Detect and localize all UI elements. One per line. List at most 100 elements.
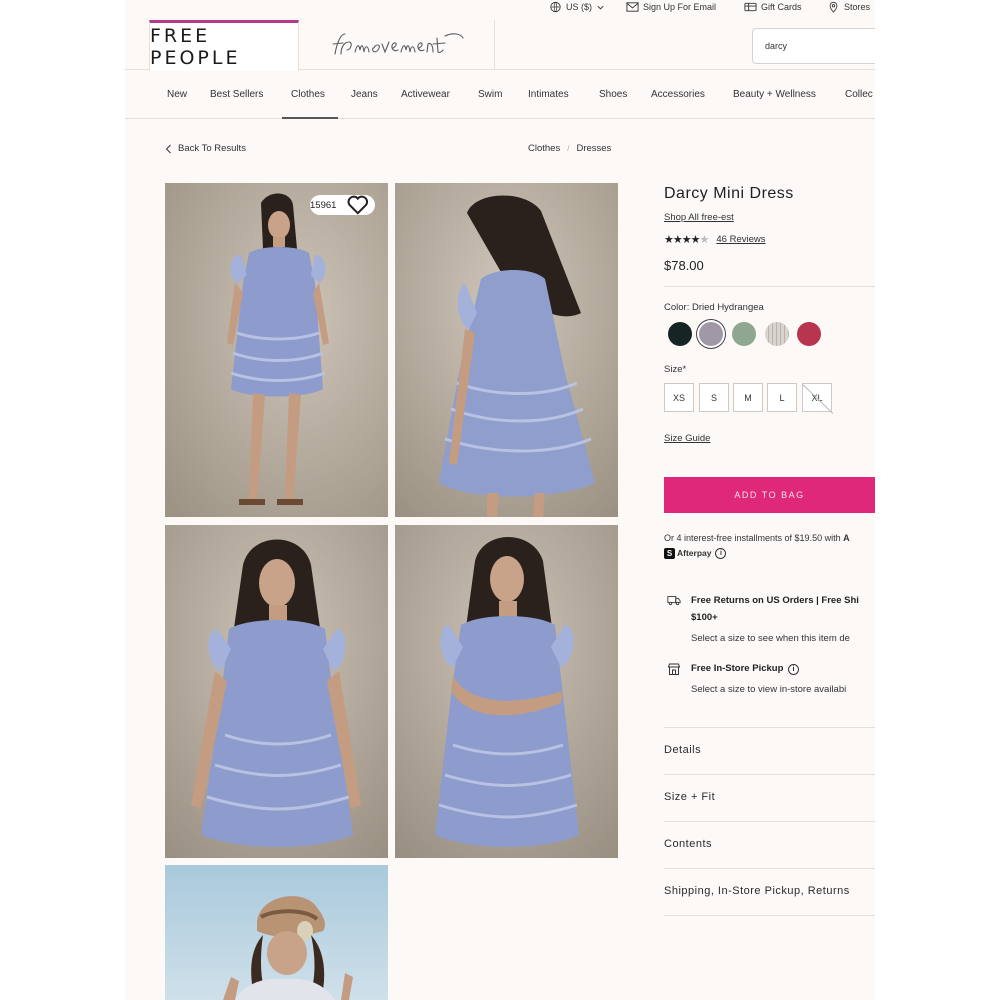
nav-item-shoes[interactable]: Shoes <box>599 70 627 119</box>
installments-trail: A <box>843 533 850 543</box>
email-signup-link[interactable]: Sign Up For Email <box>626 0 716 14</box>
color-swatch-green[interactable] <box>732 322 756 346</box>
stores-label: Stores <box>844 2 871 12</box>
star-icon: ★ <box>664 234 674 246</box>
search-field[interactable] <box>752 28 875 64</box>
back-label: Back To Results <box>178 143 246 154</box>
color-label: Color: Dried Hydrangea <box>664 302 764 313</box>
star-icon: ★ <box>690 234 701 246</box>
product-price: $78.00 <box>664 258 704 273</box>
product-image-lifestyle[interactable] <box>165 865 388 1000</box>
free-shipping-threshold: $100+ <box>691 612 718 623</box>
logo-text: FREE PEOPLE <box>150 25 241 69</box>
divider <box>664 915 875 916</box>
free-people-logo[interactable]: FREE PEOPLE <box>149 20 299 71</box>
location-pin-icon <box>829 1 838 13</box>
afterpay-info: Or 4 interest-free installments of $19.5… <box>664 531 850 561</box>
size-guide-link[interactable]: Size Guide <box>664 433 710 444</box>
divider <box>664 821 875 822</box>
mail-icon <box>626 2 639 12</box>
fp-movement-script-icon <box>331 33 464 55</box>
back-to-results-link[interactable]: Back To Results <box>165 143 246 154</box>
color-swatch-dried-hydrangea[interactable] <box>699 322 723 346</box>
star-icon: ★ <box>681 234 692 246</box>
accordion-details[interactable]: Details <box>664 744 701 756</box>
color-swatch-black[interactable] <box>668 322 692 346</box>
nav-item-best-sellers[interactable]: Best Sellers <box>210 70 263 119</box>
favorite-button[interactable]: 15961 <box>310 195 375 215</box>
region-selector[interactable]: US ($) <box>549 0 605 14</box>
favorite-count: 15961 <box>310 199 337 211</box>
product-image-arms-crossed[interactable] <box>395 525 618 858</box>
nav-item-intimates[interactable]: Intimates <box>528 70 569 119</box>
afterpay-label: Afterpay <box>677 548 712 558</box>
nav-item-collections[interactable]: Collec <box>845 70 873 119</box>
rating: ★★★★★ 46 Reviews <box>664 233 765 246</box>
size-option-xl[interactable]: XL <box>802 383 832 412</box>
divider <box>664 727 875 728</box>
add-to-bag-button[interactable]: ADD TO BAG <box>664 477 875 513</box>
gift-cards-label: Gift Cards <box>761 2 802 12</box>
region-label: US ($) <box>566 2 593 12</box>
info-icon[interactable]: i <box>788 664 800 675</box>
gift-card-icon <box>744 2 757 12</box>
in-store-pickup-title: Free In-Store Pickup i <box>691 660 800 677</box>
size-option-m[interactable]: M <box>733 383 763 412</box>
main-nav: New Best Sellers Clothes Jeans Activewea… <box>125 70 875 119</box>
nav-item-new[interactable]: New <box>167 70 187 119</box>
star-icon: ★ <box>672 234 683 246</box>
breadcrumb-item-clothes[interactable]: Clothes <box>528 143 560 154</box>
breadcrumb-item-dresses[interactable]: Dresses <box>576 143 611 154</box>
star-empty-icon: ★ <box>699 234 710 246</box>
nav-item-swim[interactable]: Swim <box>478 70 502 119</box>
product-page: US ($) Sign Up For Email Gift Cards Stor… <box>125 0 875 1000</box>
store-icon <box>667 663 681 675</box>
free-returns-title: Free Returns on US Orders | Free Shi <box>691 595 859 606</box>
globe-icon <box>550 1 561 13</box>
divider <box>664 774 875 775</box>
color-swatch-plaid[interactable] <box>765 322 789 346</box>
product-image-front-closeup[interactable] <box>165 525 388 858</box>
heart-icon <box>347 195 369 215</box>
delivery-truck-icon <box>667 596 681 606</box>
divider <box>664 286 875 287</box>
gift-cards-link[interactable]: Gift Cards <box>744 0 802 14</box>
utility-bar: US ($) Sign Up For Email Gift Cards Stor… <box>125 0 875 16</box>
reviews-link[interactable]: 46 Reviews <box>716 234 765 245</box>
size-option-s[interactable]: S <box>699 383 729 412</box>
breadcrumb-separator: / <box>567 144 570 153</box>
shop-all-link[interactable]: Shop All free-est <box>664 212 734 223</box>
rating-stars: ★★★★★ <box>664 233 710 246</box>
nav-item-accessories[interactable]: Accessories <box>651 70 705 119</box>
size-option-xs[interactable]: XS <box>664 383 694 412</box>
installments-text: Or 4 interest-free installments of $19.5… <box>664 533 841 543</box>
info-icon[interactable]: i <box>715 548 727 559</box>
chevron-down-icon <box>597 5 604 9</box>
delivery-estimate-text: Select a size to see when this item de <box>691 633 850 644</box>
product-title: Darcy Mini Dress <box>664 185 794 202</box>
stores-link[interactable]: Stores <box>827 0 870 14</box>
breadcrumb: Clothes / Dresses <box>528 143 611 154</box>
size-label: Size* <box>664 364 687 375</box>
pickup-availability-text: Select a size to view in-store availabi <box>691 684 847 695</box>
afterpay-s-icon: S <box>664 548 675 559</box>
afterpay-logo: S Afterpay i <box>664 546 727 561</box>
search-input[interactable] <box>765 41 869 51</box>
email-signup-label: Sign Up For Email <box>643 2 717 12</box>
fp-movement-logo[interactable] <box>299 20 495 70</box>
pickup-title-text: Free In-Store Pickup <box>691 663 784 674</box>
nav-item-beauty-wellness[interactable]: Beauty + Wellness <box>733 70 816 119</box>
accordion-size-fit[interactable]: Size + Fit <box>664 791 715 803</box>
product-image-back[interactable] <box>395 183 618 517</box>
accordion-contents[interactable]: Contents <box>664 838 712 850</box>
divider <box>664 868 875 869</box>
site-header: FREE PEOPLE <box>125 20 875 71</box>
color-swatch-berry[interactable] <box>797 322 821 346</box>
size-option-l[interactable]: L <box>767 383 797 412</box>
chevron-left-icon <box>165 144 171 153</box>
nav-item-jeans[interactable]: Jeans <box>351 70 378 119</box>
nav-item-clothes[interactable]: Clothes <box>282 70 338 119</box>
nav-item-activewear[interactable]: Activewear <box>401 70 450 119</box>
product-image-front[interactable]: 15961 <box>165 183 388 517</box>
accordion-shipping-returns[interactable]: Shipping, In-Store Pickup, Returns <box>664 885 850 897</box>
